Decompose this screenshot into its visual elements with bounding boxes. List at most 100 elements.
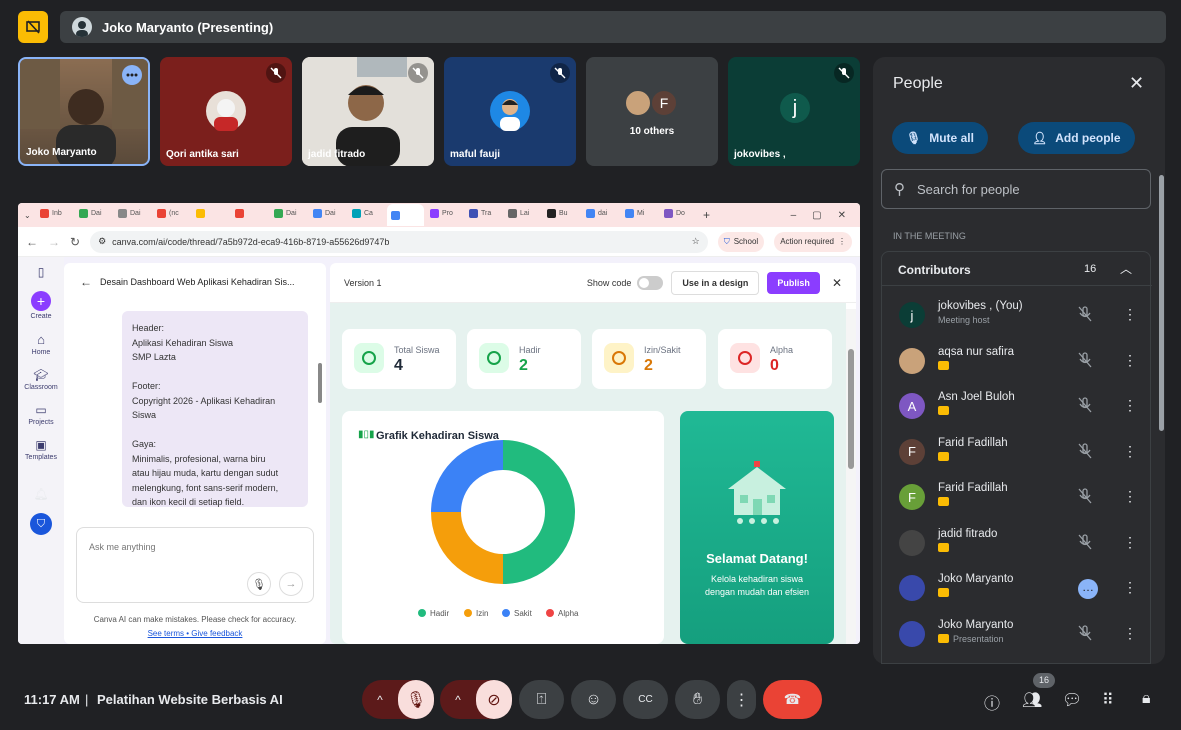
mic-off-icon[interactable] xyxy=(1078,306,1092,327)
minimize-icon[interactable]: – xyxy=(791,210,797,221)
chevron-up-icon[interactable]: ^ xyxy=(362,693,398,707)
browser-tab[interactable] xyxy=(231,204,268,222)
more-options-icon[interactable] xyxy=(122,65,142,85)
browser-tab[interactable]: Dai xyxy=(75,204,112,222)
panel-scrollbar[interactable] xyxy=(1159,175,1164,431)
mute-all-button[interactable]: 🎙︎ Mute all xyxy=(892,122,988,154)
mic-off-icon[interactable] xyxy=(1078,442,1092,464)
browser-tab[interactable]: Lai xyxy=(504,204,541,222)
back-icon[interactable]: ← xyxy=(26,235,38,249)
participant-row[interactable]: j jokovibes , (You) Meeting host ⋮ xyxy=(882,294,1152,338)
new-tab-icon[interactable]: + xyxy=(703,208,710,222)
rail-projects[interactable]: ▭ Projects xyxy=(28,403,53,426)
chevron-up-icon[interactable]: ^ xyxy=(440,693,476,707)
browser-tab[interactable]: Dai xyxy=(270,204,307,222)
leave-call-button[interactable]: ☎︎ xyxy=(763,680,822,719)
participant-row[interactable]: A Asn Joel Buloh ⋮ xyxy=(882,385,1152,429)
mic-off-icon[interactable]: 🎙︎ xyxy=(398,680,434,719)
raise-hand-button[interactable]: ✋︎ xyxy=(675,680,720,719)
browser-tab[interactable]: Mi xyxy=(621,204,658,222)
more-vert-icon[interactable]: ⋮ xyxy=(1123,443,1137,460)
sidebar-toggle-icon[interactable]: ▯ xyxy=(38,265,45,279)
close-icon[interactable]: ✕ xyxy=(1129,73,1144,94)
close-icon[interactable]: ✕ xyxy=(838,210,846,221)
speaking-icon[interactable]: … xyxy=(1078,579,1098,599)
ask-input[interactable]: Ask me anything 🎙︎ → xyxy=(76,527,314,603)
browser-tab[interactable]: Ca xyxy=(348,204,385,222)
url-field[interactable]: ⚙ canva.com/ai/code/thread/7a5b972d-eca9-… xyxy=(90,230,708,253)
browser-tab[interactable]: dai xyxy=(582,204,619,222)
info-icon[interactable]: ⓘ xyxy=(984,690,1000,714)
mic-control[interactable]: ^ 🎙︎ xyxy=(362,680,434,719)
reactions-button[interactable]: ☺ xyxy=(571,680,616,719)
add-people-button[interactable]: 👤︎ Add people xyxy=(1018,122,1135,154)
reload-icon[interactable]: ↻ xyxy=(70,235,80,249)
more-vert-icon[interactable]: ⋮ xyxy=(1123,579,1137,596)
chat-scrollbar[interactable] xyxy=(318,363,322,403)
browser-tab[interactable]: Bu xyxy=(543,204,580,222)
mic-off-icon[interactable] xyxy=(1078,351,1092,373)
browser-tab[interactable]: Dai xyxy=(114,204,151,222)
tile-maful[interactable]: maful fauji xyxy=(444,57,576,166)
microphone-icon[interactable]: 🎙︎ xyxy=(247,572,271,596)
version-label[interactable]: Version 1 xyxy=(344,278,382,288)
browser-tab[interactable]: Do xyxy=(660,204,697,222)
rail-create[interactable]: + Create xyxy=(30,291,52,320)
activities-icon[interactable]: ⠿ xyxy=(1102,690,1114,710)
browser-tab[interactable]: Dai xyxy=(309,204,346,222)
browser-tab[interactable] xyxy=(192,204,229,222)
more-vert-icon[interactable]: ⋮ xyxy=(1123,534,1137,551)
use-in-design-button[interactable]: Use in a design xyxy=(671,270,760,295)
preview-scrollbar[interactable] xyxy=(846,309,856,644)
more-vert-icon[interactable]: ⋮ xyxy=(1123,306,1137,323)
mic-off-icon[interactable] xyxy=(1078,533,1092,555)
captions-button[interactable]: CC xyxy=(623,680,668,719)
school-profile-chip[interactable]: ⛉ School xyxy=(717,231,765,252)
presenting-badge[interactable] xyxy=(18,11,48,43)
camera-control[interactable]: ^ ⊘ xyxy=(440,680,512,719)
action-required-chip[interactable]: Action required ⋮ xyxy=(774,231,852,252)
chevron-up-icon[interactable]: ︿ xyxy=(1120,260,1132,277)
more-options-button[interactable]: ⋮ xyxy=(727,680,756,719)
rail-templates[interactable]: ▣ Templates xyxy=(25,438,57,461)
host-controls-icon[interactable]: 🔒︎ xyxy=(1142,690,1151,708)
show-code-toggle[interactable] xyxy=(637,275,664,290)
close-icon[interactable]: ✕ xyxy=(832,276,842,290)
terms-links[interactable]: See terms • Give feedback xyxy=(64,629,326,638)
more-vert-icon[interactable]: ⋮ xyxy=(1123,488,1137,505)
rail-home[interactable]: ⌂ Home xyxy=(32,332,51,356)
more-vert-icon[interactable]: ⋮ xyxy=(1123,352,1137,369)
school-avatar-icon[interactable]: ⛉ xyxy=(30,513,52,535)
publish-button[interactable]: Publish xyxy=(767,271,820,294)
participant-row[interactable]: Joko Maryanto … ⋮ xyxy=(882,567,1152,611)
chat-icon[interactable]: 💬︎ xyxy=(1062,690,1082,710)
tile-joko-maryanto[interactable]: Joko Maryanto xyxy=(18,57,150,166)
back-arrow-icon[interactable]: ← xyxy=(80,275,92,289)
present-button[interactable]: ⍐ xyxy=(519,680,564,719)
participant-row[interactable]: Joko Maryanto Presentation ⋮ xyxy=(882,613,1152,657)
tile-others[interactable]: F 10 others xyxy=(586,57,718,166)
mic-off-icon[interactable] xyxy=(1078,488,1092,509)
search-people-input[interactable]: ⚲ Search for people xyxy=(881,169,1151,209)
tab-list-icon[interactable]: ⌄ xyxy=(24,211,34,220)
rail-classroom[interactable]: 🎓︎ Classroom xyxy=(24,368,57,391)
browser-tab[interactable] xyxy=(387,204,424,226)
maximize-icon[interactable]: ▢ xyxy=(812,210,821,221)
bell-icon[interactable]: 🔔︎ xyxy=(33,487,48,501)
send-icon[interactable]: → xyxy=(279,572,303,596)
people-icon[interactable]: 👥︎ xyxy=(1022,690,1042,710)
participant-row[interactable]: aqsa nur safira ⋮ xyxy=(882,340,1152,384)
browser-tab[interactable]: Pro xyxy=(426,204,463,222)
more-vert-icon[interactable]: ⋮ xyxy=(1123,625,1137,642)
more-vert-icon[interactable]: ⋮ xyxy=(1123,397,1137,414)
contributors-header[interactable]: Contributors 16 ︿ xyxy=(882,252,1152,286)
browser-tab[interactable]: Inb xyxy=(36,204,73,222)
browser-tab[interactable]: (nc xyxy=(153,204,190,222)
tile-jokovibes[interactable]: j jokovibes , xyxy=(728,57,860,166)
browser-tab[interactable]: Tra xyxy=(465,204,502,222)
mic-off-icon[interactable] xyxy=(1078,624,1092,646)
participant-row[interactable]: F Farid Fadillah ⋮ xyxy=(882,431,1152,475)
camera-off-icon[interactable]: ⊘ xyxy=(476,680,512,719)
tile-qori[interactable]: Qori antika sari xyxy=(160,57,292,166)
forward-icon[interactable]: → xyxy=(48,235,60,249)
